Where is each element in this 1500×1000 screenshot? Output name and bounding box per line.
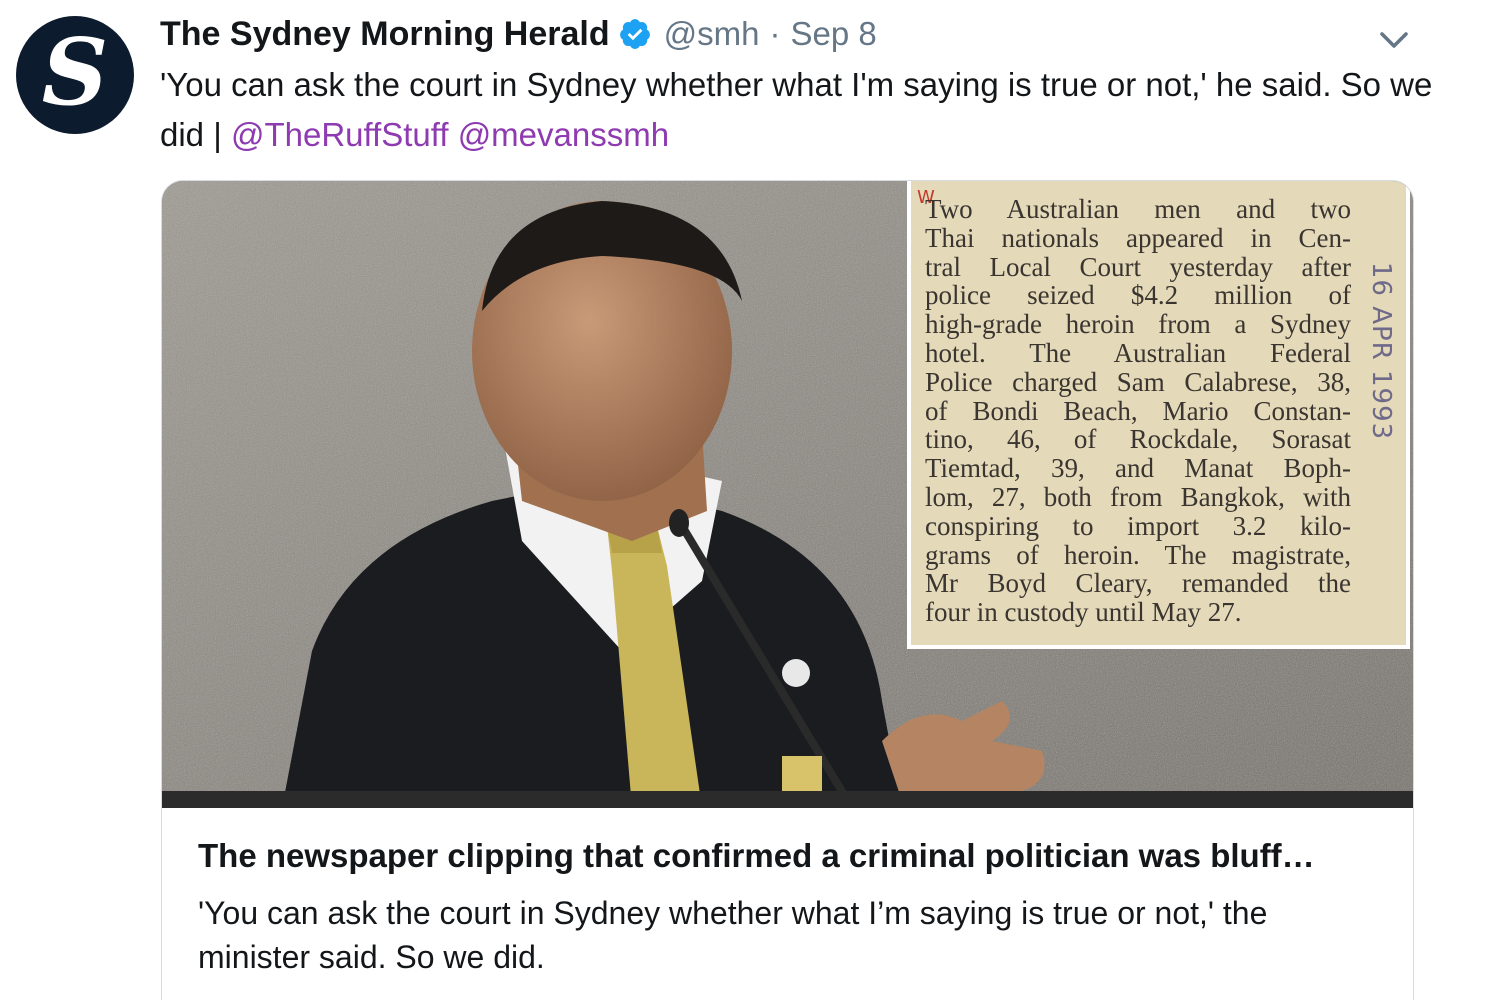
clipping-line: tino, 46, of Rockdale, Sorasat [925,424,1351,455]
clipping-line: lom, 27, both from Bangkok, with [925,481,1351,512]
card-description: 'You can ask the court in Sydney whether… [198,895,1268,975]
chevron-down-icon[interactable] [1376,22,1412,58]
clipping-line: high-grade heroin from a Sydney [925,309,1351,340]
verified-badge-icon [619,19,650,49]
tweet[interactable]: S The Sydney Morning Herald @smh · Sep 8… [0,0,1500,1000]
date-stamp: 16 APR 1993 [1351,221,1406,481]
clipping-line: of Bondi Beach, Mario Constan- [925,395,1351,426]
clipping-line: Thai nationals appeared in Cen- [925,222,1351,253]
date-stamp-text: 16 APR 1993 [1366,261,1396,441]
avatar-logo: S [41,18,109,126]
card-image[interactable]: W Two Australian men and two Thai nation… [162,181,1413,808]
newspaper-clipping: W Two Australian men and two Thai nation… [907,181,1410,649]
clipping-line: Two Australian men and two [925,194,1351,224]
card-title[interactable]: The newspaper clipping that confirmed a … [198,837,1388,875]
display-name[interactable]: The Sydney Morning Herald [160,15,610,54]
handle[interactable]: @smh [664,15,760,53]
clipping-line: grams of heroin. The magistrate, [925,539,1351,570]
clipping-line: four in custody until May 27. [925,597,1242,628]
avatar[interactable]: S [16,16,134,134]
clipping-line: police seized $4.2 million of [925,280,1351,311]
clipping-line: tral Local Court yesterday after [925,251,1351,282]
tweet-header: The Sydney Morning Herald @smh · Sep 8 [160,12,877,56]
separator-dot: · [769,15,781,52]
link-card[interactable]: W Two Australian men and two Thai nation… [161,180,1414,1000]
mention-link-theruffstuff[interactable]: @TheRuffStuff [231,116,449,153]
tweet-text: 'You can ask the court in Sydney whether… [160,60,1450,160]
clipping-text: Two Australian men and two Thai national… [925,195,1351,627]
clipping-line: Mr Boyd Cleary, remanded the [925,568,1351,599]
mention-link-mevanssmh[interactable]: @mevanssmh [458,116,669,153]
clipping-line: hotel. The Australian Federal [925,337,1351,368]
clipping-line: conspiring to import 3.2 kilo- [925,510,1351,541]
timestamp[interactable]: Sep 8 [790,15,876,53]
clipping-line: Tiemtad, 39, and Manat Boph- [925,453,1351,484]
clipping-line: Police charged Sam Calabrese, 38, [925,366,1351,397]
